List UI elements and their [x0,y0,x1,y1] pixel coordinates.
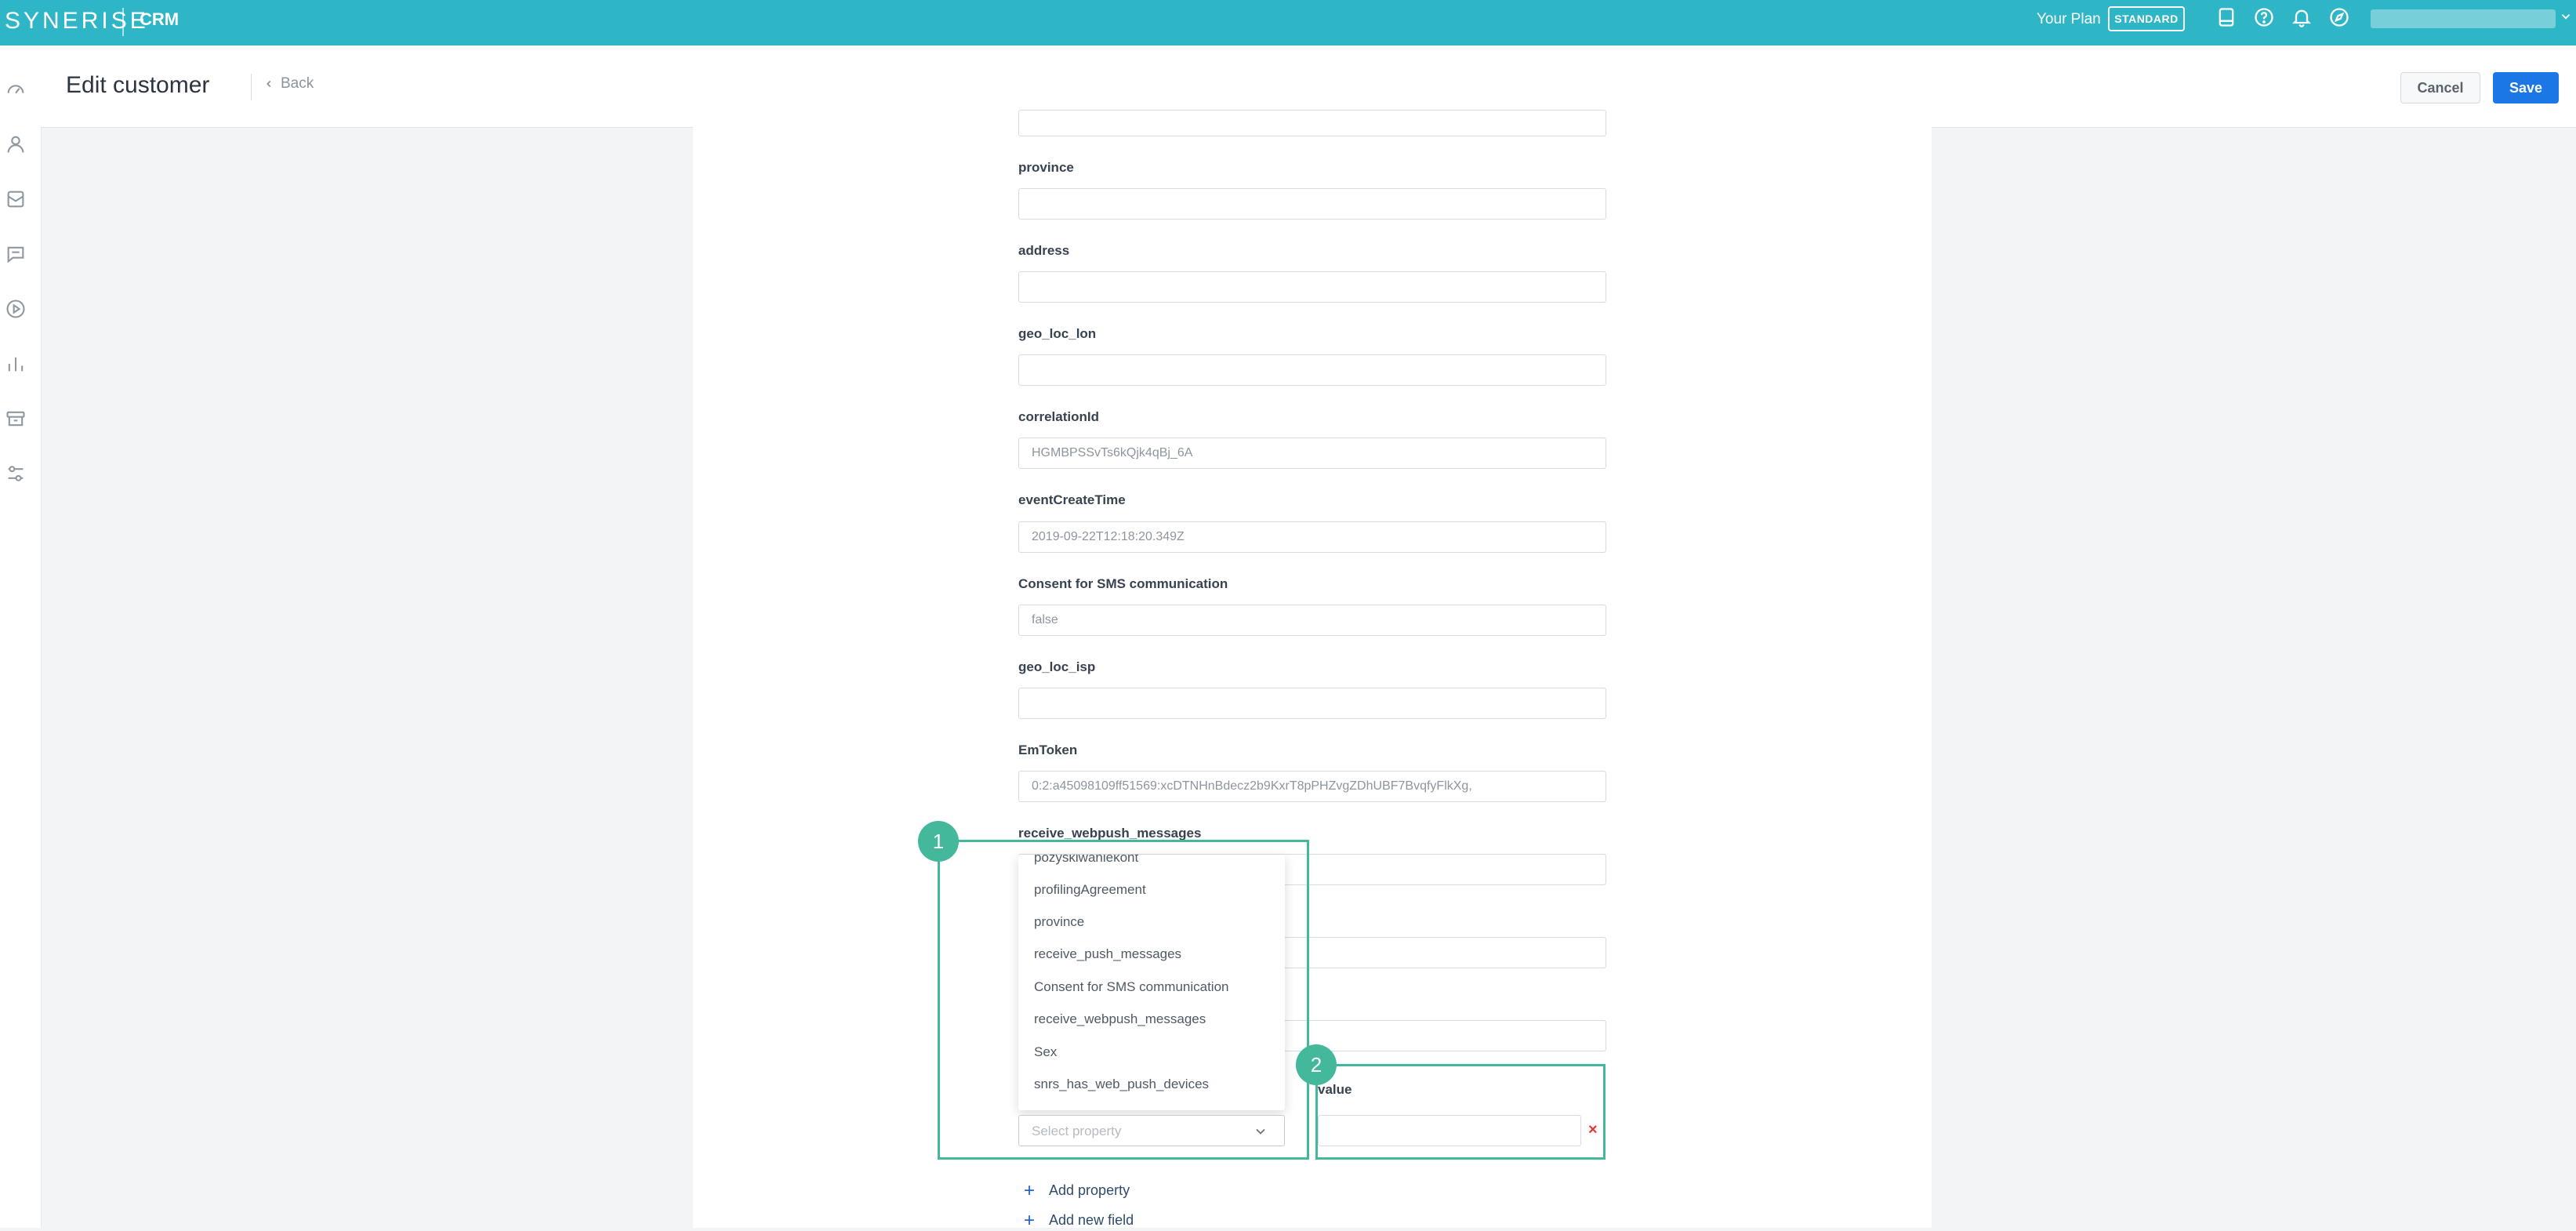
field-label: eventCreateTime [1018,492,1126,507]
app-name[interactable]: CRM [140,9,179,30]
sms-consent-input[interactable]: false [1018,605,1606,636]
field-label: geo_loc_isp [1018,659,1096,674]
correlation-id-input[interactable]: HGMBPSSvTs6kQjk4qBj_6A [1018,438,1606,469]
archive-icon[interactable] [5,408,27,430]
callout-badge-1: 1 [918,821,959,862]
plus-icon: + [1024,1179,1036,1201]
profile-icon[interactable] [5,133,27,155]
add-new-field-label: Add new field [1049,1212,1134,1228]
compass-icon[interactable] [2328,6,2350,28]
add-property-label: Add property [1049,1182,1130,1198]
back-label: Back [281,75,314,92]
play-icon[interactable] [5,298,27,320]
field-label: Consent for SMS communication [1018,576,1228,591]
add-new-field-button[interactable]: + Add new field [1024,1209,1134,1231]
field-input-cut[interactable] [1018,110,1606,136]
cancel-button[interactable]: Cancel [2400,72,2480,103]
callout-badge-2: 2 [1296,1044,1337,1085]
callout-frame-2 [1315,1064,1605,1160]
account-menu[interactable] [2371,9,2556,28]
chevron-left-icon [267,80,271,88]
address-input[interactable] [1018,271,1606,303]
add-property-button[interactable]: + Add property [1024,1179,1130,1201]
left-nav [0,45,42,1228]
event-create-time-input[interactable]: 2019-09-22T12:18:20.349Z [1018,521,1606,553]
save-button[interactable]: Save [2493,72,2559,103]
bell-icon[interactable] [2291,6,2313,28]
callout-frame-1 [938,840,1309,1160]
inbox-icon[interactable] [5,188,27,210]
field-label: correlationId [1018,409,1099,424]
province-input[interactable] [1018,188,1606,220]
geo-loc-isp-input[interactable] [1018,688,1606,719]
analytics-icon[interactable] [5,353,27,375]
settings-sliders-icon[interactable] [5,463,27,485]
page-title: Edit customer [66,72,210,98]
field-label: province [1018,160,1074,175]
emtoken-input[interactable]: 0:2:a45098109ff51569:xcDTNHnBdecz2b9KxrT… [1018,771,1606,802]
geo-loc-lon-input[interactable] [1018,354,1606,386]
dashboard-icon[interactable] [5,78,27,100]
title-divider [251,74,252,100]
field-label: address [1018,243,1070,258]
plan-badge[interactable]: STANDARD [2108,6,2185,31]
book-icon[interactable] [2215,6,2237,28]
logo-divider [122,8,124,36]
chevron-down-icon[interactable] [2559,9,2573,24]
chat-icon[interactable] [5,243,27,265]
help-icon[interactable] [2253,6,2275,28]
back-link[interactable]: Back [263,75,314,93]
plus-icon: + [1024,1209,1036,1231]
field-label: EmToken [1018,743,1078,757]
plan-label: Your Plan [2037,11,2101,27]
field-label: receive_webpush_messages [1018,826,1202,841]
top-bar: SYNERISE CRM Your Plan STANDARD [0,0,2576,45]
field-label: geo_loc_lon [1018,326,1097,341]
synerise-logo[interactable]: SYNERISE [5,8,149,34]
